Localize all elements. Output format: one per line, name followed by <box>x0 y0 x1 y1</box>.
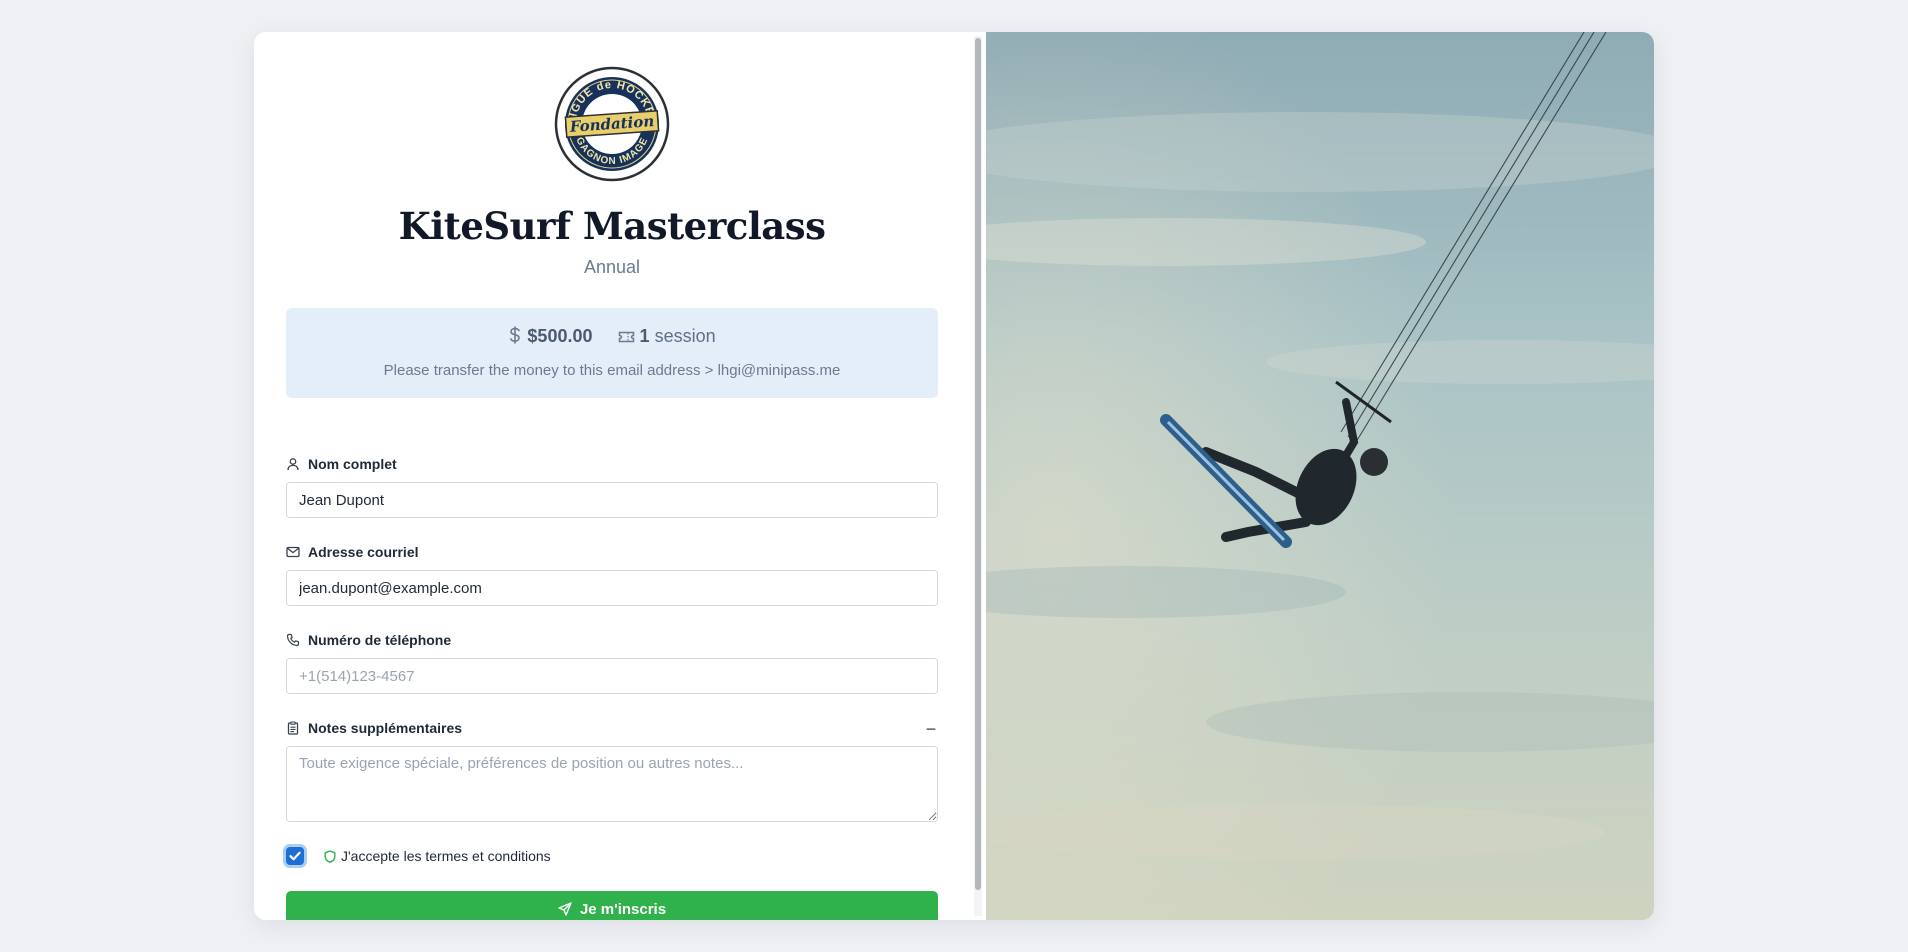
form-panel: LIGUE de HOCKEY GAGNON IMAGE Fondation K… <box>254 32 986 920</box>
registration-card: LIGUE de HOCKEY GAGNON IMAGE Fondation K… <box>254 32 1654 920</box>
price-value: $500.00 <box>527 326 593 346</box>
shield-icon <box>324 849 336 863</box>
name-label: Nom complet <box>286 456 397 472</box>
sessions-label: session <box>654 326 716 346</box>
submit-button[interactable]: Je m'inscris <box>286 891 938 920</box>
phone-label: Numéro de téléphone <box>286 632 451 648</box>
sessions-count: 1 <box>639 326 650 346</box>
notes-collapse-toggle[interactable]: − <box>924 720 938 738</box>
pricing-info-box: $500.00 1 session Please transfer the mo… <box>286 308 938 398</box>
fondation-logo: LIGUE de HOCKEY GAGNON IMAGE Fondation <box>554 66 670 182</box>
full-name-input[interactable] <box>286 482 938 518</box>
notes-textarea[interactable] <box>286 746 938 822</box>
terms-row: J'accepte les termes et conditions <box>324 848 551 864</box>
phone-input[interactable] <box>286 658 938 694</box>
kitesurfer-illustration <box>986 32 1654 920</box>
form-scrollbar-thumb[interactable] <box>975 38 981 890</box>
kitesurf-hero-image <box>986 32 1654 920</box>
check-icon <box>289 851 301 861</box>
notes-label-text: Notes supplémentaires <box>308 720 463 736</box>
send-icon <box>558 902 572 916</box>
phone-label-text: Numéro de téléphone <box>308 632 452 648</box>
email-input[interactable] <box>286 570 938 606</box>
dollar-icon <box>510 326 521 344</box>
phone-icon <box>286 633 300 647</box>
notes-label: Notes supplémentaires <box>286 720 462 736</box>
name-label-text: Nom complet <box>308 456 397 472</box>
ticket-icon <box>618 331 634 343</box>
payment-note: Please transfer the money to this email … <box>383 362 841 379</box>
user-icon <box>287 458 299 471</box>
terms-label[interactable]: J'accepte les termes et conditions <box>341 848 551 864</box>
page-subtitle: Annual <box>583 257 641 277</box>
mail-icon <box>286 546 300 558</box>
email-label-text: Adresse courriel <box>308 544 419 560</box>
page-title: KiteSurf Masterclass <box>398 204 826 248</box>
clipboard-icon <box>287 721 299 735</box>
email-label: Adresse courriel <box>286 544 419 560</box>
price-row: $500.00 1 session <box>286 326 938 347</box>
terms-checkbox[interactable] <box>286 847 304 865</box>
submit-button-label: Je m'inscris <box>579 900 667 918</box>
